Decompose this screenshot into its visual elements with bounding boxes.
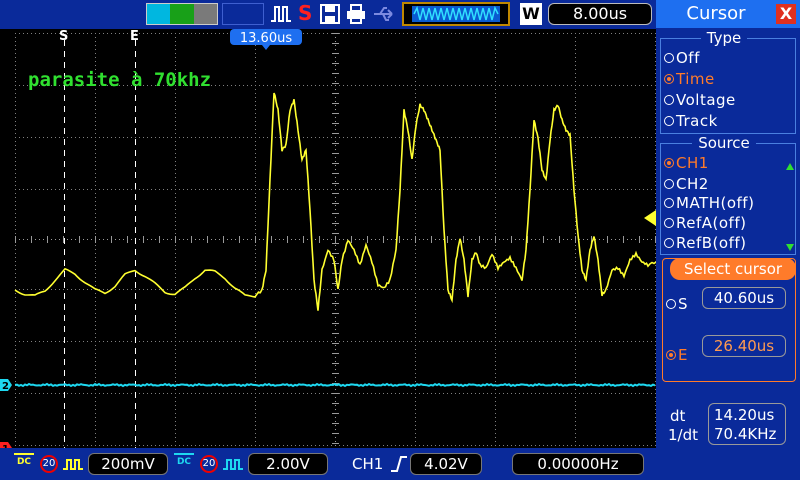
cursor-s-value[interactable]: 40.60us	[702, 287, 786, 309]
ch1-bandwidth-limit-badge[interactable]: 20	[40, 455, 58, 473]
radio-off-icon	[664, 53, 674, 63]
source-option-refa[interactable]: RefA(off)	[664, 214, 746, 232]
svg-text:2: 2	[2, 381, 9, 392]
rising-edge-icon	[390, 455, 408, 477]
panel-title: Cursor	[686, 3, 746, 24]
source-option-ch2[interactable]: CH2	[664, 175, 709, 193]
waveform-display[interactable]: S E 13.60us parasite à 70khz 2 1	[0, 0, 656, 448]
trigger-source-label[interactable]: CH1	[352, 455, 383, 473]
type-option-off[interactable]: Off	[664, 49, 700, 67]
cursor-s-label: S	[59, 29, 68, 44]
ch2-volts-per-div[interactable]: 2.00V	[248, 453, 328, 475]
panel-header: Cursor X	[656, 0, 800, 28]
ch2-bandwidth-limit-badge[interactable]: 20	[200, 455, 218, 473]
source-option-refb[interactable]: RefB(off)	[664, 234, 747, 252]
radio-off-icon	[664, 116, 674, 126]
type-option-time[interactable]: Time	[664, 70, 715, 88]
radio-on-icon	[664, 158, 674, 168]
ch2-probe-icon	[222, 456, 244, 475]
scroll-down-icon[interactable]	[786, 244, 794, 251]
radio-off-icon	[666, 299, 676, 309]
trigger-level-readout[interactable]: 4.02V	[410, 453, 482, 475]
cursor-delta-label: 13.60us	[240, 31, 292, 46]
dt-label: dt	[670, 407, 686, 425]
frequency-counter: 0.00000Hz	[512, 453, 644, 475]
select-cursor-title: Select cursor	[670, 258, 796, 280]
type-group-title: Type	[656, 29, 792, 47]
ch2-coupling-icon[interactable]: DC	[174, 453, 194, 473]
source-option-ch1[interactable]: CH1	[664, 154, 709, 172]
radio-off-icon	[664, 218, 674, 228]
ch1-coupling-icon[interactable]: DC	[14, 453, 34, 473]
cursor-s-option[interactable]: S	[666, 295, 688, 313]
trigger-position-flag[interactable]: 13.60us	[230, 29, 302, 50]
cursor-e-option[interactable]: E	[666, 346, 687, 364]
dt-value: 14.20us	[714, 406, 775, 424]
radio-off-icon	[664, 198, 674, 208]
ch1-volts-per-div[interactable]: 200mV	[88, 453, 168, 475]
type-option-voltage[interactable]: Voltage	[664, 91, 736, 109]
scroll-up-icon[interactable]	[786, 163, 794, 170]
inv-dt-label: 1/dt	[668, 426, 698, 444]
radio-off-icon	[664, 238, 674, 248]
radio-on-icon	[664, 74, 674, 84]
radio-on-icon	[666, 350, 676, 360]
type-option-track[interactable]: Track	[664, 112, 718, 130]
source-group-title: Source	[656, 134, 792, 152]
cursor-e-label: E	[130, 29, 139, 44]
ch1-probe-icon	[62, 456, 84, 475]
radio-off-icon	[664, 179, 674, 189]
bottom-status-bar: DC 20 200mV DC 20 2.00V CH1 4.02V 0.0000…	[0, 448, 656, 480]
ch2-ground-marker[interactable]: 2	[0, 379, 12, 392]
source-option-math[interactable]: MATH(off)	[664, 194, 754, 212]
close-button[interactable]: X	[776, 4, 796, 24]
inv-dt-value: 70.4KHz	[714, 425, 777, 443]
annotation-text: parasite à 70khz	[28, 69, 211, 91]
cursor-e-value[interactable]: 26.40us	[702, 335, 786, 357]
radio-off-icon	[664, 95, 674, 105]
trigger-level-marker[interactable]	[644, 210, 656, 226]
